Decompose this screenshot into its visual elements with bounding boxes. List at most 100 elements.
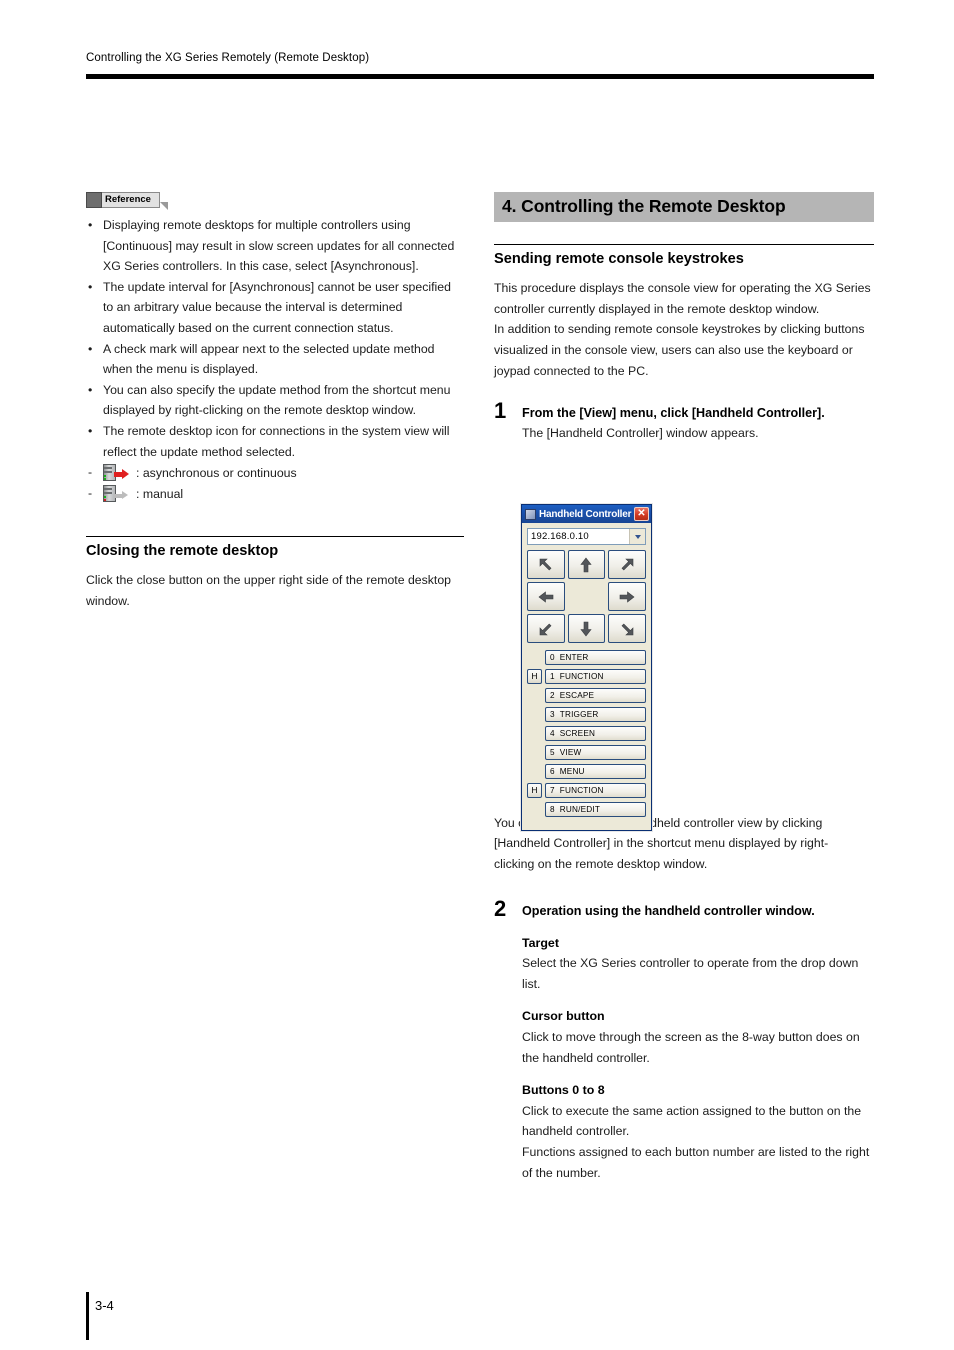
app-icon — [525, 508, 536, 520]
hotkey-spacer — [527, 707, 542, 722]
button-label: ENTER — [559, 653, 589, 662]
step-2-block-1-heading: Cursor button — [522, 1009, 605, 1024]
step-1: 1 From the [View] menu, click [Handheld … — [494, 398, 874, 444]
numbered-button-row: H 1 FUNCTION — [527, 668, 646, 685]
reference-badge-left: Reference — [86, 192, 168, 210]
button-label: FUNCTION — [559, 786, 604, 795]
button-number: 0 — [550, 653, 555, 662]
button-2-escape[interactable]: 2 ESCAPE — [545, 688, 646, 703]
button-7-function[interactable]: 7 FUNCTION — [545, 783, 646, 798]
dialog-body: 192.168.0.10 0 ENTER H 1 FUNCTION 2 ESCA… — [522, 523, 651, 824]
button-number: 3 — [550, 710, 555, 719]
arrow-down-icon[interactable] — [567, 614, 606, 643]
closing-section-heading: Closing the remote desktop — [86, 536, 464, 559]
numbered-button-list: 0 ENTER H 1 FUNCTION 2 ESCAPE 3 TRIGGER … — [527, 649, 646, 818]
hotkey-button-1[interactable]: H — [527, 669, 542, 684]
target-dropdown[interactable]: 192.168.0.10 — [527, 528, 646, 545]
bullet-dot-icon: • — [88, 279, 93, 294]
numbered-button-row: 8 RUN/EDIT — [527, 801, 646, 818]
arrow-down-right-icon[interactable] — [608, 614, 646, 643]
button-number: 2 — [550, 691, 555, 700]
dialog-titlebar: Handheld Controller ✕ — [522, 505, 651, 523]
arrow-up-right-icon[interactable] — [608, 550, 646, 579]
bullet-dot-icon: • — [88, 423, 93, 438]
button-label: RUN/EDIT — [559, 805, 601, 814]
step-2: 2 Operation using the handheld controlle… — [494, 895, 874, 1184]
numbered-button-row: 2 ESCAPE — [527, 687, 646, 704]
step-1-title: From the [View] menu, click [Handheld Co… — [522, 406, 825, 421]
bullet-dot-icon: • — [88, 341, 93, 356]
close-icon[interactable]: ✕ — [634, 507, 649, 521]
button-6-menu[interactable]: 6 MENU — [545, 764, 646, 779]
target-dropdown-value: 192.168.0.10 — [531, 531, 589, 542]
list-item: • The remote desktop icon for connection… — [86, 421, 464, 462]
arrow-left-icon[interactable] — [527, 582, 565, 611]
closing-section-body: Click the close button on the upper righ… — [86, 573, 452, 608]
handheld-controller-dialog[interactable]: Handheld Controller ✕ 192.168.0.10 0 ENT… — [521, 504, 652, 831]
button-number: 8 — [550, 805, 555, 814]
section-heading: Sending remote console keystrokes — [494, 244, 874, 267]
button-label: SCREEN — [559, 729, 596, 738]
arrow-up-icon[interactable] — [567, 550, 606, 579]
button-3-trigger[interactable]: 3 TRIGGER — [545, 707, 646, 722]
button-4-screen[interactable]: 4 SCREEN — [545, 726, 646, 741]
numbered-button-row: 6 MENU — [527, 763, 646, 780]
step-2-block-2-heading: Buttons 0 to 8 — [522, 1083, 605, 1098]
list-item-text: A check mark will appear next to the sel… — [103, 341, 435, 377]
hotkey-spacer — [527, 726, 542, 741]
dialog-title: Handheld Controller — [539, 508, 632, 520]
hotkey-button-7[interactable]: H — [527, 783, 542, 798]
step-2-title: Operation using the handheld controller … — [522, 903, 815, 918]
legend-dash: - — [88, 465, 93, 480]
hotkey-spacer — [527, 764, 542, 779]
footer-divider — [86, 1292, 89, 1340]
button-number: 6 — [550, 767, 555, 776]
legend-label: : asynchronous or continuous — [136, 465, 297, 480]
dpad-center-empty — [568, 582, 606, 611]
chevron-down-icon[interactable] — [629, 529, 645, 544]
icon-legend-item-manual: - : manual — [86, 483, 464, 504]
step-2-block-1-line-0: Click to move through the screen as the … — [522, 1029, 860, 1065]
icon-legend-item-async: - : asynchronous or continuous — [86, 462, 464, 483]
hotkey-spacer — [527, 688, 542, 703]
button-1-function[interactable]: 1 FUNCTION — [545, 669, 646, 684]
arrow-down-left-icon[interactable] — [527, 614, 565, 643]
button-5-view[interactable]: 5 VIEW — [545, 745, 646, 760]
step-1-body: The [Handheld Controller] window appears… — [522, 426, 759, 441]
button-number: 1 — [550, 672, 555, 681]
step-1-number: 1 — [494, 398, 507, 424]
chapter-heading: 4. Controlling the Remote Desktop — [494, 192, 874, 223]
button-number: 7 — [550, 786, 555, 795]
button-0-enter[interactable]: 0 ENTER — [545, 650, 646, 665]
step-2-block-0-line-0: Select the XG Series controller to opera… — [522, 956, 859, 991]
numbered-button-row: 0 ENTER — [527, 649, 646, 666]
icon-legend-list: - : asynchronous or continuous -: manua… — [86, 462, 464, 504]
reference-badge-fold-icon — [160, 202, 168, 210]
list-item: • The update interval for [Asynchronous]… — [86, 277, 464, 339]
header-divider — [86, 74, 874, 79]
button-8-runedit[interactable]: 8 RUN/EDIT — [545, 802, 646, 817]
arrow-up-left-icon[interactable] — [527, 550, 565, 579]
list-item-text: The update interval for [Asynchronous] c… — [103, 279, 451, 335]
button-label: MENU — [559, 767, 585, 776]
button-label: VIEW — [559, 748, 582, 757]
step-2-number: 2 — [494, 895, 507, 921]
bullet-dot-icon: • — [88, 382, 93, 397]
hotkey-spacer — [527, 745, 542, 760]
numbered-button-row: 3 TRIGGER — [527, 706, 646, 723]
button-number: 4 — [550, 729, 555, 738]
intro-paragraph-1: This procedure displays the console view… — [494, 281, 871, 316]
list-item-text: The remote desktop icon for connections … — [103, 423, 450, 459]
legend-label: : manual — [136, 486, 184, 501]
cursor-button-pad — [527, 550, 646, 643]
list-item-text: You can also specify the update method f… — [103, 382, 451, 418]
numbered-button-row: H 7 FUNCTION — [527, 782, 646, 799]
list-item: • Displaying remote desktops for multipl… — [86, 215, 464, 277]
arrow-right-icon[interactable] — [608, 582, 646, 611]
running-title: Controlling the XG Series Remotely (Remo… — [86, 52, 370, 64]
reference-badge-label: Reference — [102, 192, 160, 208]
intro-paragraph-2: In addition to sending remote console ke… — [494, 322, 865, 378]
page-number: 3-4 — [95, 1298, 114, 1313]
button-label: FUNCTION — [559, 672, 604, 681]
reference-bullet-list: • Displaying remote desktops for multipl… — [86, 215, 464, 462]
